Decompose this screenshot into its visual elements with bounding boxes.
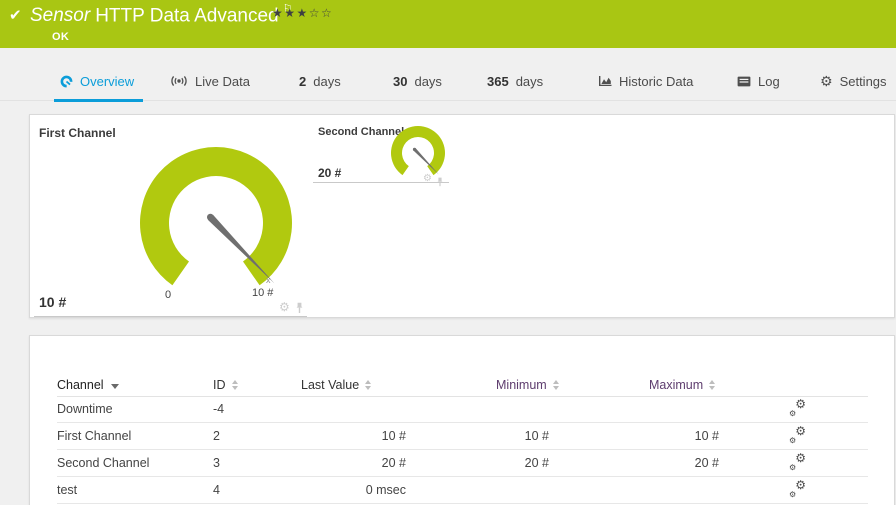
tab-label: Historic Data: [619, 73, 694, 89]
sensor-name: HTTP Data Advanced: [95, 5, 279, 27]
cell-last-value: 10 #: [381, 429, 406, 443]
gauge-icon: [60, 75, 73, 88]
gauges-panel: First Channel 0 10 # x 10 # ⚙ Second Cha…: [29, 114, 895, 318]
table-row: First Channel 2 10 # 10 # 10 # ⚙ ⚙: [57, 423, 868, 450]
sort-icon: [231, 380, 238, 390]
sensor-kind-label: Sensor: [30, 5, 91, 27]
tab-overview[interactable]: Overview: [53, 61, 144, 102]
cell-channel: test: [57, 483, 78, 497]
tab-historic-data[interactable]: Historic Data: [598, 61, 693, 101]
tab-365-days[interactable]: 365 days: [487, 61, 543, 101]
page-title: Sensor HTTP Data Advanced ⚐: [30, 3, 293, 27]
gear-icon: ⚙: [795, 451, 806, 465]
gear-icon: ⚙: [789, 436, 797, 445]
column-label: Channel: [57, 378, 104, 392]
sensor-page: ✔ Sensor HTTP Data Advanced ⚐ ★★★☆☆ OK Ove…: [0, 0, 896, 505]
sort-icon: [365, 380, 372, 390]
first-channel-value: 10 #: [39, 294, 67, 310]
gauge-max-label: 10 #: [252, 287, 274, 299]
first-channel-title: First Channel: [39, 126, 116, 140]
cell-channel: Downtime: [57, 402, 113, 416]
column-header-minimum[interactable]: Minimum: [496, 378, 559, 392]
gear-icon: ⚙: [789, 463, 797, 472]
cell-id: 4: [213, 483, 220, 497]
second-channel-value: 20 #: [318, 166, 342, 180]
table-row: test 4 0 msec ⚙ ⚙: [57, 477, 868, 504]
gear-icon: ⚙: [820, 73, 833, 89]
tab-label: days: [313, 73, 341, 89]
gauge-divider: [313, 182, 449, 183]
status-badge: OK: [52, 31, 70, 43]
sensor-header: ✔ Sensor HTTP Data Advanced ⚐ ★★★☆☆ OK: [0, 0, 896, 48]
gear-icon: ⚙: [795, 424, 806, 438]
column-label: Maximum: [649, 378, 704, 392]
tab-live-data[interactable]: Live Data: [170, 61, 250, 101]
first-channel-gauge: [140, 147, 292, 286]
column-header-last-value[interactable]: Last Value: [301, 378, 372, 392]
cell-maximum: 10 #: [694, 429, 719, 443]
log-list-icon: [737, 76, 751, 87]
area-chart-icon: [598, 75, 612, 87]
column-label: ID: [213, 378, 226, 392]
table-row: Second Channel 3 20 # 20 # 20 # ⚙ ⚙: [57, 450, 868, 477]
cell-last-value: 20 #: [381, 456, 406, 470]
broadcast-icon: [170, 75, 188, 87]
tab-settings[interactable]: ⚙ Settings: [820, 61, 887, 101]
column-header-id[interactable]: ID: [213, 378, 238, 392]
gear-icon: ⚙: [795, 397, 806, 411]
cell-channel: First Channel: [57, 429, 132, 443]
sort-icon: [709, 380, 716, 390]
tab-bar: Overview Live Data 2 days 30 days 365 da…: [0, 61, 896, 102]
column-label: Minimum: [496, 378, 547, 392]
gauge-needle-label: x: [266, 275, 271, 285]
cell-id: 3: [213, 456, 220, 470]
tab-label: Settings: [839, 73, 887, 89]
gauge-pin-icon[interactable]: [436, 174, 444, 192]
gear-icon: ⚙: [789, 490, 797, 499]
channel-settings-icon[interactable]: ⚙ ⚙: [788, 424, 806, 445]
tab-log[interactable]: Log: [737, 61, 780, 101]
tab-label: Overview: [80, 73, 135, 89]
gauge-settings-gear-icon[interactable]: ⚙: [279, 301, 290, 313]
column-header-maximum[interactable]: Maximum: [649, 378, 716, 392]
ok-check-icon: ✔: [9, 7, 22, 24]
channel-settings-icon[interactable]: ⚙ ⚙: [788, 397, 806, 418]
cell-minimum: 10 #: [524, 429, 549, 443]
tab-30-days[interactable]: 30 days: [393, 61, 442, 101]
tab-number: 30: [393, 73, 408, 89]
table-row: Downtime -4 ⚙ ⚙: [57, 396, 868, 423]
gear-icon: ⚙: [789, 409, 797, 418]
gauge-min-label: 0: [165, 289, 172, 301]
sort-desc-icon: [110, 383, 119, 389]
channel-settings-icon[interactable]: ⚙ ⚙: [788, 451, 806, 472]
tab-label: days: [515, 73, 544, 89]
column-header-channel[interactable]: Channel: [57, 378, 119, 392]
channel-settings-icon[interactable]: ⚙ ⚙: [788, 478, 806, 499]
channels-table-panel: Channel ID Last Value Minimum Maximum Do…: [29, 335, 895, 505]
cell-channel: Second Channel: [57, 456, 150, 470]
tab-number: 365: [487, 73, 509, 89]
column-label: Last Value: [301, 378, 360, 392]
tab-label: days: [414, 73, 442, 89]
sort-icon: [552, 380, 559, 390]
tab-label: Live Data: [195, 73, 250, 89]
cell-minimum: 20 #: [524, 456, 549, 470]
priority-stars[interactable]: ★★★☆☆: [272, 6, 333, 20]
tab-label: Log: [758, 73, 780, 89]
cell-maximum: 20 #: [694, 456, 719, 470]
gauge-divider: [34, 316, 307, 317]
tab-2-days[interactable]: 2 days: [299, 61, 341, 101]
cell-last-value: 0 msec: [365, 483, 406, 497]
cell-id: 2: [213, 429, 220, 443]
tab-number: 2: [299, 73, 307, 89]
gear-icon: ⚙: [795, 478, 806, 492]
cell-id: -4: [213, 402, 225, 416]
